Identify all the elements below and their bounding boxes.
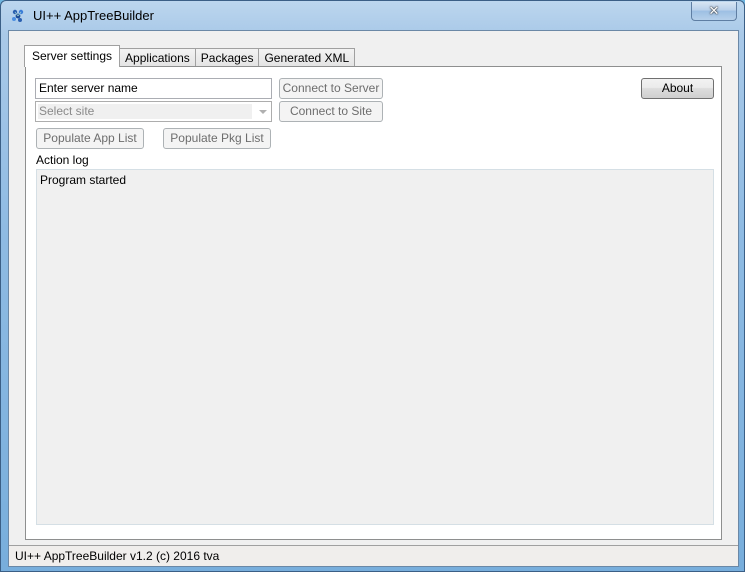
populate-app-list-button[interactable]: Populate App List [36, 128, 144, 149]
status-bar: UI++ AppTreeBuilder v1.2 (c) 2016 tva [9, 545, 738, 566]
server-settings-panel: Enter server name Select site Connect to… [25, 66, 722, 540]
action-log-textarea[interactable]: Program started [36, 169, 714, 525]
tab-packages[interactable]: Packages [194, 48, 260, 67]
tab-strip: Server settings Applications Packages Ge… [24, 45, 356, 67]
action-log-label: Action log [36, 153, 89, 167]
tab-server-settings[interactable]: Server settings [24, 45, 121, 67]
connect-to-server-button[interactable]: Connect to Server [279, 78, 383, 99]
chevron-down-icon [259, 110, 267, 114]
site-select-placeholder: Select site [38, 104, 252, 119]
connect-to-site-button[interactable]: Connect to Site [279, 101, 383, 122]
app-tree-icon [12, 9, 24, 22]
tab-applications[interactable]: Applications [119, 48, 196, 67]
site-select[interactable]: Select site [35, 101, 272, 122]
status-text: UI++ AppTreeBuilder v1.2 (c) 2016 tva [15, 549, 220, 563]
about-button[interactable]: About [641, 78, 714, 99]
client-area: Server settings Applications Packages Ge… [8, 30, 739, 567]
server-name-input[interactable]: Enter server name [35, 78, 272, 99]
close-icon: ✕ [708, 3, 720, 19]
close-button[interactable]: ✕ [691, 2, 737, 21]
populate-pkg-list-button[interactable]: Populate Pkg List [163, 128, 271, 149]
window-title: UI++ AppTreeBuilder [33, 8, 154, 23]
tab-generated-xml[interactable]: Generated XML [258, 48, 356, 67]
app-window: UI++ AppTreeBuilder ✕ Server settings Ap… [0, 0, 745, 572]
title-bar[interactable]: UI++ AppTreeBuilder ✕ [1, 1, 744, 31]
log-line: Program started [40, 173, 127, 187]
